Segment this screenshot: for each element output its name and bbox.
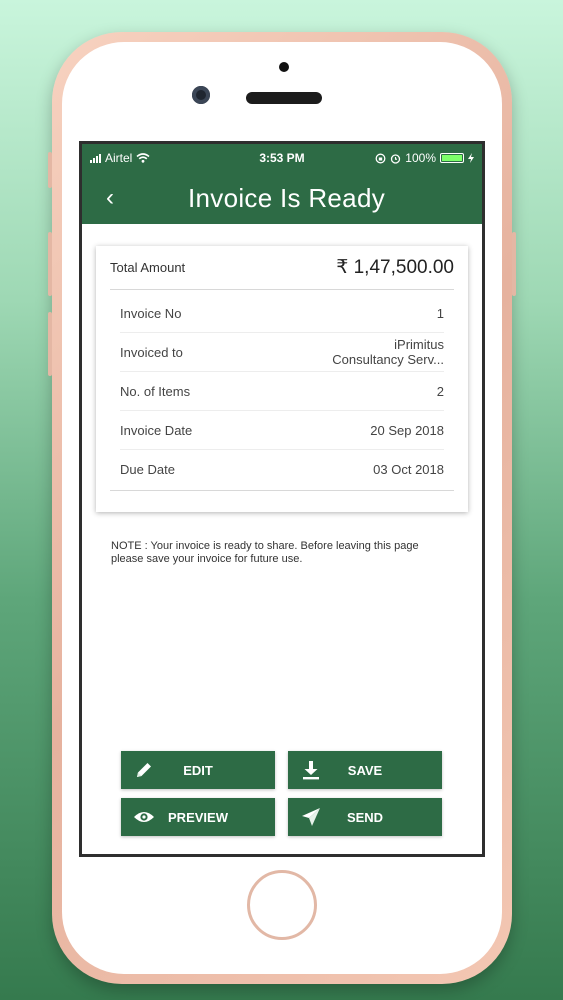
card-divider <box>110 490 454 491</box>
battery-percentage: 100% <box>405 151 436 165</box>
eye-icon <box>121 810 167 824</box>
pencil-icon <box>121 760 167 780</box>
edit-button[interactable]: EDIT <box>121 751 275 789</box>
detail-label: Invoice Date <box>120 422 193 438</box>
detail-label: Invoice No <box>120 305 182 321</box>
detail-label: Due Date <box>120 462 175 477</box>
app-screen: Airtel 3:53 PM 100% ‹ Invoice Is Ready T… <box>79 141 485 857</box>
detail-value: 20 Sep 2018 <box>370 422 444 438</box>
paper-plane-icon <box>288 807 334 827</box>
app-bar: ‹ Invoice Is Ready <box>82 172 482 224</box>
wifi-icon <box>136 153 150 163</box>
send-button[interactable]: SEND <box>288 798 442 836</box>
invoice-summary-card: Total Amount ₹ 1,47,500.00 Invoice No 1 … <box>96 246 468 512</box>
total-amount-value: ₹ 1,47,500.00 <box>336 257 454 278</box>
send-button-label: SEND <box>346 809 384 825</box>
back-button[interactable]: ‹ <box>82 184 138 212</box>
detail-value: 1 <box>436 305 444 321</box>
volume-down-button <box>48 312 52 376</box>
signal-icon <box>90 153 101 163</box>
page-title: Invoice Is Ready <box>188 182 386 213</box>
invoice-no-row: Invoice No 1 <box>120 294 444 333</box>
save-note: NOTE : Your invoice is ready to share. B… <box>111 540 419 565</box>
mute-switch <box>48 152 52 188</box>
download-icon <box>288 760 334 780</box>
charging-icon <box>468 153 474 163</box>
earpiece-speaker <box>246 92 322 104</box>
alarm-icon <box>391 153 401 164</box>
preview-button-label: PREVIEW <box>168 809 228 825</box>
front-camera <box>192 86 210 104</box>
home-button[interactable] <box>247 870 317 940</box>
status-bar: Airtel 3:53 PM 100% <box>82 144 482 172</box>
edit-button-label: EDIT <box>183 762 213 778</box>
power-button <box>512 232 516 296</box>
proximity-sensor <box>279 62 289 72</box>
detail-value: iPrimitus Consultancy Serv... <box>332 337 444 367</box>
detail-label: No. of Items <box>120 383 191 399</box>
rotation-lock-icon <box>375 153 386 163</box>
preview-button[interactable]: PREVIEW <box>121 798 275 836</box>
carrier-name: Airtel <box>105 151 133 165</box>
items-count-row: No. of Items 2 <box>120 372 444 411</box>
total-amount-label: Total Amount <box>110 260 186 275</box>
detail-label: Invoiced to <box>120 344 183 360</box>
battery-icon <box>440 153 464 163</box>
detail-value: 2 <box>436 383 444 399</box>
invoiced-to-row: Invoiced to iPrimitus Consultancy Serv..… <box>120 333 444 372</box>
invoiced-to-line1: iPrimitus <box>394 337 444 352</box>
total-amount-row: Total Amount ₹ 1,47,500.00 <box>110 246 454 290</box>
status-time: 3:53 PM <box>259 151 305 165</box>
invoice-date-row: Invoice Date 20 Sep 2018 <box>120 411 444 450</box>
volume-up-button <box>48 232 52 296</box>
due-date-row: Due Date 03 Oct 2018 <box>120 450 444 489</box>
save-button-label: SAVE <box>347 762 383 778</box>
save-button[interactable]: SAVE <box>288 751 442 789</box>
detail-value: 03 Oct 2018 <box>373 462 444 477</box>
invoiced-to-line2: Consultancy Serv... <box>332 352 444 367</box>
